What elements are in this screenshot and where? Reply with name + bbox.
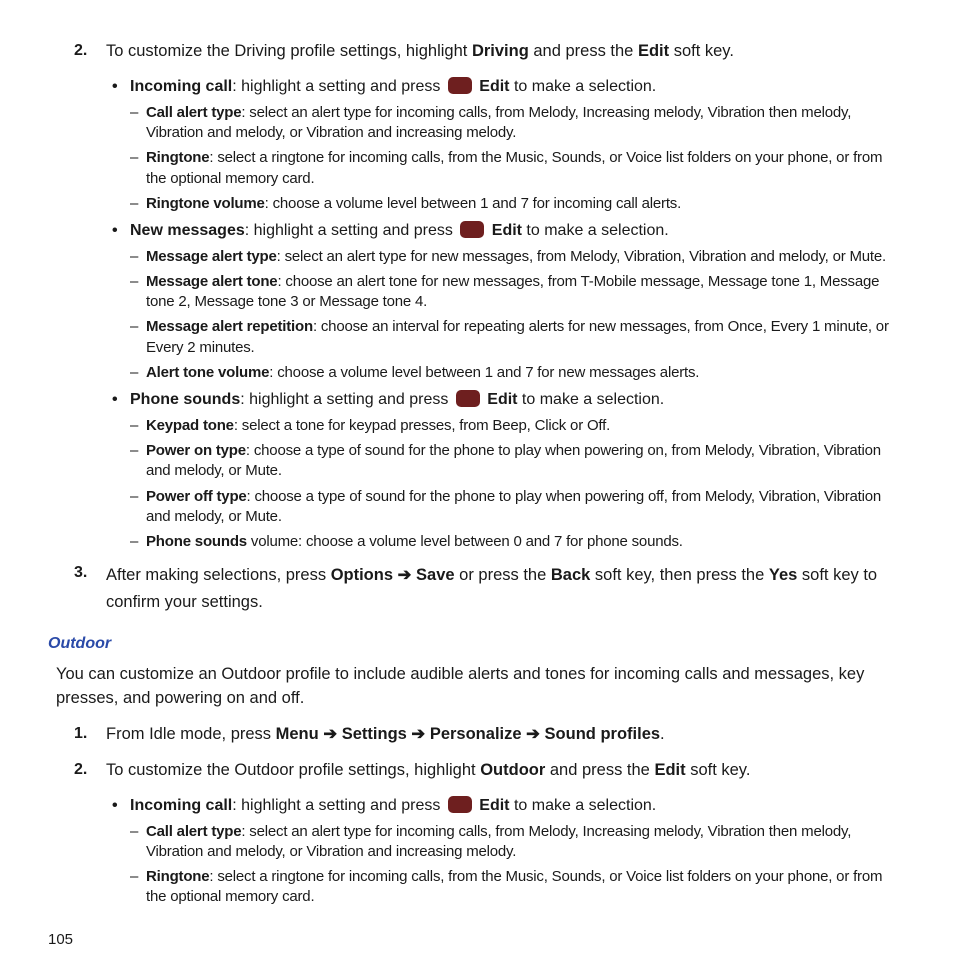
dash-ringtone: – Ringtone: select a ringtone for incomi… xyxy=(130,148,906,189)
softkey-icon xyxy=(448,77,472,94)
step-3: 3. After making selections, press Option… xyxy=(74,562,906,615)
dash-phone-sounds-volume: – Phone sounds volume: choose a volume l… xyxy=(130,532,906,552)
dash-msg-alert-type: – Message alert type: select an alert ty… xyxy=(130,247,906,267)
dash-alert-tone-volume: – Alert tone volume: choose a volume lev… xyxy=(130,363,906,383)
outdoor-step-1: 1. From Idle mode, press Menu ➔ Settings… xyxy=(74,723,906,745)
step-number: 2. xyxy=(74,40,106,62)
step-2-driving: 2. To customize the Driving profile sett… xyxy=(74,40,906,62)
outdoor-heading: Outdoor xyxy=(48,633,906,655)
softkey-icon xyxy=(448,796,472,813)
dash-msg-alert-tone: – Message alert tone: choose an alert to… xyxy=(130,272,906,313)
softkey-icon xyxy=(456,390,480,407)
step-text: To customize the Driving profile setting… xyxy=(106,40,906,62)
dash-msg-alert-repetition: – Message alert repetition: choose an in… xyxy=(130,317,906,358)
step-text: To customize the Outdoor profile setting… xyxy=(106,759,906,781)
outdoor-step-2: 2. To customize the Outdoor profile sett… xyxy=(74,759,906,781)
dash-power-off-type: – Power off type: choose a type of sound… xyxy=(130,487,906,528)
bullet-incoming-call: • Incoming call: highlight a setting and… xyxy=(112,76,906,98)
dash-call-alert-type: – Call alert type: select an alert type … xyxy=(130,103,906,144)
bullet-phone-sounds: • Phone sounds: highlight a setting and … xyxy=(112,389,906,411)
page-number: 105 xyxy=(48,930,906,950)
step-text: From Idle mode, press Menu ➔ Settings ➔ … xyxy=(106,723,906,745)
outdoor-dash-ringtone: – Ringtone: select a ringtone for incomi… xyxy=(130,867,906,908)
dash-power-on-type: – Power on type: choose a type of sound … xyxy=(130,441,906,482)
step-number: 1. xyxy=(74,723,106,745)
bullet-new-messages: • New messages: highlight a setting and … xyxy=(112,220,906,242)
dash-keypad-tone: – Keypad tone: select a tone for keypad … xyxy=(130,416,906,436)
outdoor-paragraph: You can customize an Outdoor profile to … xyxy=(56,663,906,711)
dash-ringtone-volume: – Ringtone volume: choose a volume level… xyxy=(130,194,906,214)
softkey-icon xyxy=(460,221,484,238)
outdoor-bullet-incoming-call: • Incoming call: highlight a setting and… xyxy=(112,795,906,817)
step-number: 3. xyxy=(74,562,106,615)
outdoor-dash-call-alert-type: – Call alert type: select an alert type … xyxy=(130,822,906,863)
step-text: After making selections, press Options ➔… xyxy=(106,562,906,615)
step-number: 2. xyxy=(74,759,106,781)
